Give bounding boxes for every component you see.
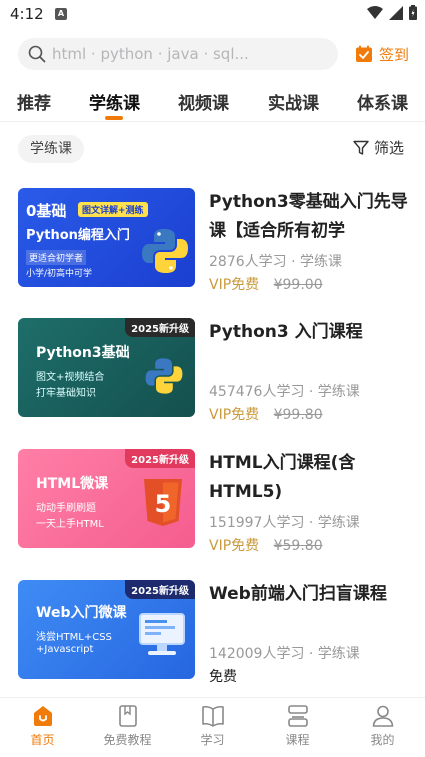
status-bar: 4:12 A [0, 0, 425, 30]
course-meta: 457476人学习 · 学练课 [209, 384, 360, 400]
thumbnail-subtitle: 图文+视频结合 [36, 372, 105, 383]
tab-project-course[interactable]: 实战课 [268, 89, 319, 114]
course-meta: 142009人学习 · 学练课 [209, 646, 360, 662]
course-meta: 2876人学习 · 学练课 [209, 254, 342, 270]
tab-video-course[interactable]: 视频课 [178, 89, 229, 114]
notification-badge-icon: A [55, 8, 67, 20]
checkin-button[interactable]: 签到 [355, 42, 409, 66]
thumbnail-subtitle: 打牢基础知识 [36, 388, 96, 399]
open-book-icon [201, 705, 224, 727]
course-title: Web前端入门扫盲课程 [209, 584, 387, 604]
thumbnail-title: Python编程入门 [26, 228, 130, 243]
course-item[interactable]: 2025新升级 HTML微课 动动手刷刷题 一天上手HTML 5 HTML入门课… [18, 449, 408, 554]
course-price: VIP免费 ¥59.80 [209, 535, 323, 555]
status-time: 4:12 [10, 5, 44, 23]
nav-label: 免费教程 [103, 733, 152, 747]
filter-icon [353, 140, 369, 155]
book-icon [118, 705, 137, 727]
checkin-label: 签到 [379, 45, 410, 64]
filter-label: 筛选 [374, 139, 405, 157]
tab-practice-course[interactable]: 学练课 [89, 89, 140, 114]
thumbnail-subtitle: 小学/初高中可学 [26, 269, 93, 279]
thumbnail-subtitle: 一天上手HTML [36, 519, 104, 530]
thumbnail-badge: 2025新升级 [125, 318, 195, 337]
thumbnail-subtitle: 动动手刷刷题 [36, 503, 96, 514]
tab-recommend[interactable]: 推荐 [17, 89, 51, 114]
course-thumbnail: 0基础 图文详解+测练 Python编程入门 更适合初学者 小学/初高中可学 [18, 188, 195, 287]
vip-price-label: VIP免费 [209, 538, 260, 554]
search-box[interactable] [18, 38, 338, 70]
status-icons [367, 5, 417, 20]
html5-logo-icon: 5 [144, 479, 182, 526]
thumbnail-title: HTML微课 [36, 476, 109, 492]
nav-label: 课程 [285, 733, 310, 747]
search-input[interactable] [52, 38, 332, 70]
nav-label: 学习 [200, 733, 225, 747]
nav-free-tutorials[interactable]: 免费教程 [85, 704, 170, 748]
course-thumbnail: 2025新升级 Web入门微课 浅尝HTML+CSS +Javascript [18, 580, 195, 679]
vip-price-label: VIP免费 [209, 407, 260, 423]
thumbnail-subtitle: 浅尝HTML+CSS [36, 632, 112, 643]
nav-home[interactable]: 首页 [0, 704, 85, 748]
course-item[interactable]: 2025新升级 Python3基础 图文+视频结合 打牢基础知识 Python3… [18, 318, 408, 423]
profile-icon [372, 705, 393, 727]
tab-system-course[interactable]: 体系课 [357, 89, 408, 114]
calendar-check-icon [356, 45, 372, 62]
thumbnail-tag: 图文详解+测练 [78, 202, 148, 217]
home-icon [33, 706, 52, 726]
original-price: ¥99.80 [273, 407, 323, 423]
active-tab-indicator [105, 116, 123, 120]
nav-courses[interactable]: 课程 [255, 704, 340, 748]
free-price-label: 免费 [209, 669, 237, 685]
course-item[interactable]: 2025新升级 Web入门微课 浅尝HTML+CSS +Javascript W… [18, 580, 408, 685]
course-meta: 151997人学习 · 学练课 [209, 515, 360, 531]
thumbnail-title: Web入门微课 [36, 605, 127, 621]
python-logo-icon [142, 229, 188, 273]
signal-icon [389, 5, 403, 20]
wifi-icon [367, 5, 383, 19]
thumbnail-title: Python3基础 [36, 345, 130, 361]
original-price: ¥59.80 [273, 538, 323, 554]
filter-button[interactable]: 筛选 [353, 137, 404, 158]
thumbnail-heading: 0基础 [26, 202, 67, 220]
python-logo-icon [145, 358, 183, 394]
battery-icon [409, 5, 417, 20]
course-price: VIP免费 ¥99.80 [209, 404, 323, 424]
nav-label: 首页 [30, 733, 55, 747]
thumbnail-badge: 2025新升级 [125, 449, 195, 468]
search-icon [28, 45, 46, 63]
thumbnail-subtitle: 更适合初学者 [26, 250, 87, 265]
course-type-chip[interactable]: 学练课 [18, 135, 84, 163]
nav-label: 我的 [370, 733, 395, 747]
course-thumbnail: 2025新升级 HTML微课 动动手刷刷题 一天上手HTML 5 [18, 449, 195, 548]
thumbnail-badge: 2025新升级 [125, 580, 195, 599]
nav-study[interactable]: 学习 [170, 704, 255, 748]
thumbnail-subtitle: +Javascript [36, 644, 94, 655]
nav-profile[interactable]: 我的 [340, 704, 425, 748]
bottom-nav: 首页 免费教程 学习 课程 我的 [0, 697, 425, 757]
stack-icon [287, 705, 308, 727]
course-thumbnail: 2025新升级 Python3基础 图文+视频结合 打牢基础知识 [18, 318, 195, 417]
monitor-icon [139, 613, 185, 655]
course-item[interactable]: 0基础 图文详解+测练 Python编程入门 更适合初学者 小学/初高中可学 P… [18, 188, 408, 293]
course-title: Python3零基础入门先导课【适合所有初学 [209, 192, 408, 241]
html5-logo-number: 5 [155, 490, 172, 518]
category-tabs: 推荐 学练课 视频课 实战课 体系课 [0, 84, 425, 122]
original-price: ¥99.00 [273, 277, 323, 293]
vip-price-label: VIP免费 [209, 277, 260, 293]
course-price: VIP免费 ¥99.00 [209, 274, 323, 294]
course-price: 免费 [209, 666, 237, 686]
course-title: HTML入门课程(含HTML5) [209, 453, 356, 502]
course-title: Python3 入门课程 [209, 322, 363, 342]
